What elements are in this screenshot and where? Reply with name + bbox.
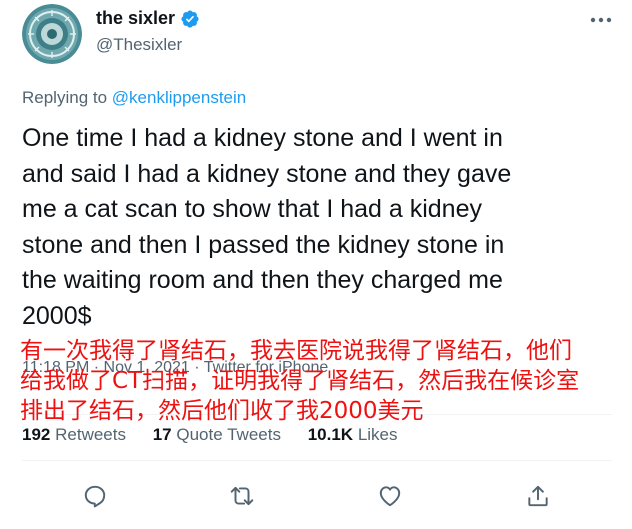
author-name-row: the sixler <box>96 8 200 29</box>
author-display-name[interactable]: the sixler <box>96 8 175 29</box>
more-dots-icon <box>590 17 612 23</box>
like-icon <box>379 486 401 507</box>
avatar-emblem-icon <box>22 4 82 64</box>
quotes-label: Quote Tweets <box>176 425 281 444</box>
retweet-icon <box>230 486 254 506</box>
likes-label: Likes <box>357 425 398 444</box>
action-bar <box>0 480 632 514</box>
divider <box>22 460 612 461</box>
retweets-label: Retweets <box>55 425 126 444</box>
tweet-stats: 192 Retweets 17 Quote Tweets 10.1K Likes <box>22 425 420 445</box>
verified-badge-icon <box>180 9 200 29</box>
more-options-button[interactable] <box>587 8 615 32</box>
share-button[interactable] <box>522 480 554 512</box>
reply-button[interactable] <box>79 480 111 512</box>
avatar[interactable] <box>22 4 82 64</box>
replying-to: Replying to @kenklippenstein <box>22 88 246 108</box>
tweet-text: One time I had a kidney stone and I went… <box>22 124 512 330</box>
reply-icon <box>84 485 106 508</box>
retweets-stat[interactable]: 192 Retweets <box>22 425 126 444</box>
likes-count: 10.1K <box>307 425 354 444</box>
translation-overlay: 有一次我得了肾结石，我去医院说我得了肾结石，他们 给我做了CT扫描，证明我得了肾… <box>20 338 580 424</box>
retweet-button[interactable] <box>226 480 258 512</box>
retweets-count: 192 <box>22 425 51 444</box>
author-handle[interactable]: @Thesixler <box>96 35 182 55</box>
reply-mention-link[interactable]: @kenklippenstein <box>112 88 246 107</box>
replying-prefix: Replying to <box>22 88 112 107</box>
share-icon <box>528 485 548 507</box>
like-button[interactable] <box>374 480 406 512</box>
quote-tweets-stat[interactable]: 17 Quote Tweets <box>153 425 281 444</box>
likes-stat[interactable]: 10.1K Likes <box>308 425 398 444</box>
quotes-count: 17 <box>152 425 172 444</box>
